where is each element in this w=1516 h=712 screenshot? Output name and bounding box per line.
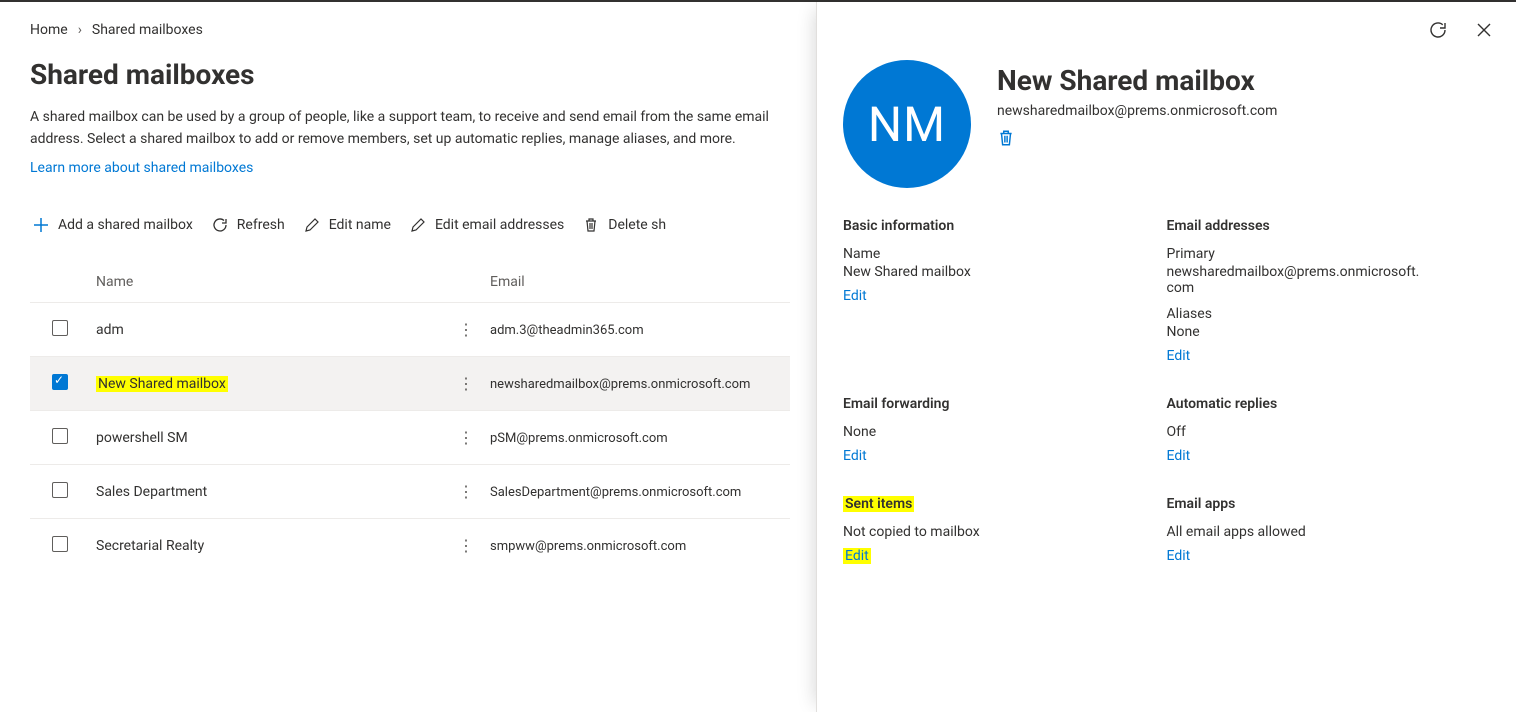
refresh-button[interactable]: Refresh	[209, 212, 287, 238]
sent-title: Sent items	[843, 496, 1147, 512]
table-row[interactable]: adm ⋮ adm.3@theadmin365.com	[30, 302, 790, 356]
aliases-label: Aliases	[1167, 306, 1471, 322]
name-value: New Shared mailbox	[843, 264, 1147, 280]
edit-email-label: Edit email addresses	[435, 217, 564, 233]
refresh-label: Refresh	[237, 217, 285, 233]
row-name: Sales Department	[96, 484, 207, 500]
forwarding-value: None	[843, 424, 1147, 440]
row-more-icon[interactable]: ⋮	[458, 430, 474, 446]
details-panel: NM New Shared mailbox newsharedmailbox@p…	[816, 2, 1516, 712]
apps-value: All email apps allowed	[1167, 524, 1471, 540]
apps-title: Email apps	[1167, 496, 1471, 512]
table-header: Name Email	[30, 274, 790, 302]
row-email: SalesDepartment@prems.onmicrosoft.com	[490, 485, 741, 500]
basic-title: Basic information	[843, 218, 1147, 234]
row-email: adm.3@theadmin365.com	[490, 323, 644, 338]
row-checkbox[interactable]	[52, 482, 68, 498]
row-name: adm	[96, 322, 124, 338]
delete-button[interactable]: Delete sh	[580, 212, 668, 238]
row-more-icon[interactable]: ⋮	[458, 538, 474, 554]
plus-icon	[32, 216, 50, 234]
forwarding-title: Email forwarding	[843, 396, 1147, 412]
close-icon[interactable]	[1474, 20, 1496, 42]
table-row[interactable]: Secretarial Realty ⋮ smpww@prems.onmicroso…	[30, 518, 790, 572]
sent-value: Not copied to mailbox	[843, 524, 1147, 540]
name-label: Name	[843, 246, 1147, 262]
refresh-icon	[211, 216, 229, 234]
edit-email-button[interactable]: Edit email addresses	[407, 212, 566, 238]
section-sent-items: Sent items Not copied to mailbox Edit	[843, 496, 1167, 564]
edit-name-label: Edit name	[329, 217, 391, 233]
breadcrumb-home[interactable]: Home	[30, 22, 68, 38]
chevron-right-icon: ›	[78, 22, 82, 38]
section-autoreply: Automatic replies Off Edit	[1167, 396, 1491, 464]
row-name: New Shared mailbox	[96, 376, 228, 392]
table-row[interactable]: powershell SM ⋮ pSM@prems.onmicrosoft.com	[30, 410, 790, 464]
addresses-title: Email addresses	[1167, 218, 1471, 234]
refresh-icon[interactable]	[1428, 20, 1450, 42]
autoreply-value: Off	[1167, 424, 1471, 440]
panel-sections: Basic information Name New Shared mailbo…	[843, 218, 1490, 564]
sent-edit-link[interactable]: Edit	[843, 548, 871, 564]
primary-value: newsharedmailbox@prems.onmicrosoft.com	[1167, 264, 1427, 296]
edit-name-button[interactable]: Edit name	[301, 212, 393, 238]
breadcrumb-current: Shared mailboxes	[92, 22, 203, 38]
section-email-apps: Email apps All email apps allowed Edit	[1167, 496, 1491, 564]
row-more-icon[interactable]: ⋮	[458, 484, 474, 500]
aliases-value: None	[1167, 324, 1471, 340]
addresses-edit-link[interactable]: Edit	[1167, 348, 1191, 364]
mailbox-table: Name Email adm ⋮ adm.3@theadmin365.com New …	[30, 274, 790, 572]
pencil-icon	[409, 216, 427, 234]
row-checkbox[interactable]	[52, 320, 68, 336]
apps-edit-link[interactable]: Edit	[1167, 548, 1191, 564]
forwarding-edit-link[interactable]: Edit	[843, 448, 867, 464]
delete-mailbox-icon[interactable]	[997, 129, 1015, 147]
table-row[interactable]: Sales Department ⋮ SalesDepartment@prems.o…	[30, 464, 790, 518]
header-name[interactable]: Name	[96, 274, 490, 290]
page-description: A shared mailbox can be used by a group …	[30, 107, 810, 150]
row-email: smpww@prems.onmicrosoft.com	[490, 539, 686, 554]
section-forwarding: Email forwarding None Edit	[843, 396, 1167, 464]
row-name: powershell SM	[96, 430, 188, 446]
row-more-icon[interactable]: ⋮	[458, 322, 474, 338]
panel-header: NM New Shared mailbox newsharedmailbox@p…	[843, 60, 1490, 188]
learn-more-link[interactable]: Learn more about shared mailboxes	[30, 160, 253, 176]
add-mailbox-button[interactable]: Add a shared mailbox	[30, 212, 195, 238]
primary-label: Primary	[1167, 246, 1471, 262]
section-basic-info: Basic information Name New Shared mailbo…	[843, 218, 1167, 364]
trash-icon	[582, 216, 600, 234]
table-row[interactable]: New Shared mailbox ⋮ newsharedmailbox@prem…	[30, 356, 790, 410]
pencil-icon	[303, 216, 321, 234]
row-checkbox[interactable]	[52, 374, 68, 390]
panel-email: newsharedmailbox@prems.onmicrosoft.com	[997, 103, 1490, 119]
header-email[interactable]: Email	[490, 274, 790, 290]
autoreply-title: Automatic replies	[1167, 396, 1471, 412]
delete-label: Delete sh	[608, 217, 666, 233]
section-email-addresses: Email addresses Primary newsharedmailbox…	[1167, 218, 1491, 364]
row-more-icon[interactable]: ⋮	[458, 376, 474, 392]
basic-edit-link[interactable]: Edit	[843, 288, 867, 304]
autoreply-edit-link[interactable]: Edit	[1167, 448, 1191, 464]
add-label: Add a shared mailbox	[58, 217, 193, 233]
row-checkbox[interactable]	[52, 428, 68, 444]
row-checkbox[interactable]	[52, 536, 68, 552]
row-email: pSM@prems.onmicrosoft.com	[490, 431, 668, 446]
avatar: NM	[843, 60, 971, 188]
row-email: newsharedmailbox@prems.onmicrosoft.com	[490, 377, 750, 392]
panel-title: New Shared mailbox	[997, 64, 1490, 97]
row-name: Secretarial Realty	[96, 538, 204, 554]
